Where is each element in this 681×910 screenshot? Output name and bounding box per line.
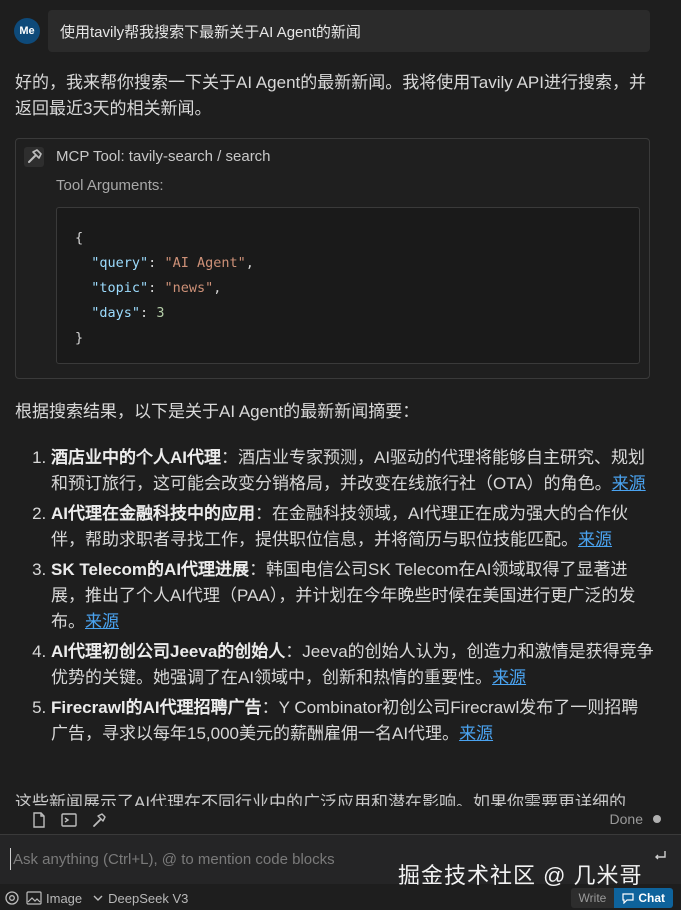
source-link[interactable]: 来源 xyxy=(85,612,119,631)
user-avatar: Me xyxy=(14,18,40,44)
image-button[interactable]: Image xyxy=(26,891,82,906)
tool-args-code: { "query": "AI Agent", "topic": "news", … xyxy=(56,207,640,364)
assistant-response: 好的，我来帮你搜索一下关于AI Agent的最新新闻。我将使用Tavily AP… xyxy=(15,70,655,751)
source-link[interactable]: 来源 xyxy=(612,474,646,493)
model-label: DeepSeek V3 xyxy=(108,890,189,906)
source-link[interactable]: 来源 xyxy=(578,530,612,549)
user-message-row: Me 使用tavily帮我搜索下最新关于AI Agent的新闻 xyxy=(14,10,650,52)
hammer-icon[interactable] xyxy=(90,811,108,829)
status-label: Done xyxy=(609,811,643,827)
list-item: AI代理在金融科技中的应用：在金融科技领域，AI代理正在成为强大的合作伙伴，帮助… xyxy=(51,501,655,553)
tool-args-label: Tool Arguments: xyxy=(56,177,164,194)
file-icon[interactable] xyxy=(30,811,48,829)
code-close-brace: } xyxy=(75,330,84,346)
source-link[interactable]: 来源 xyxy=(459,724,493,743)
terminal-icon[interactable] xyxy=(60,811,78,829)
summary-intro: 根据搜索结果，以下是关于AI Agent的最新新闻摘要： xyxy=(15,402,420,421)
code-line-query: "query": "AI Agent", xyxy=(91,255,254,271)
chat-mode-button[interactable]: Chat xyxy=(614,888,673,908)
model-selector[interactable]: DeepSeek V3 xyxy=(92,891,188,906)
image-label: Image xyxy=(46,890,83,906)
at-icon[interactable] xyxy=(4,890,20,906)
image-icon xyxy=(26,891,42,905)
list-item: SK Telecom的AI代理进展：韩国电信公司SK Telecom在AI领域取… xyxy=(51,557,655,635)
hammer-icon xyxy=(24,147,44,167)
list-item: Firecrawl的AI代理招聘广告：Y Combinator初创公司Firec… xyxy=(51,695,655,747)
status-dot xyxy=(653,815,661,823)
news-list: 酒店业中的个人AI代理：酒店业专家预测，AI驱动的代理将能够自主研究、规划和预订… xyxy=(15,445,655,747)
code-open-brace: { xyxy=(75,230,84,246)
assistant-intro: 好的，我来帮你搜索一下关于AI Agent的最新新闻。我将使用Tavily AP… xyxy=(15,73,646,118)
code-line-days: "days": 3 xyxy=(91,305,165,321)
composer-toolbar xyxy=(0,806,681,834)
tool-title: MCP Tool: tavily-search / search xyxy=(56,148,271,165)
code-line-topic: "topic": "news", xyxy=(91,280,222,296)
user-message[interactable]: 使用tavily帮我搜索下最新关于AI Agent的新闻 xyxy=(48,10,650,52)
write-mode-button[interactable]: Write xyxy=(570,888,615,908)
source-link[interactable]: 来源 xyxy=(492,668,526,687)
tool-call-card: MCP Tool: tavily-search / search Tool Ar… xyxy=(15,138,650,379)
enter-icon[interactable] xyxy=(653,849,667,863)
chat-icon xyxy=(622,893,634,904)
chat-label: Chat xyxy=(638,891,665,905)
mode-toggle: Write Chat xyxy=(570,888,673,908)
chevron-down-icon xyxy=(93,895,103,901)
list-item: 酒店业中的个人AI代理：酒店业专家预测，AI驱动的代理将能够自主研究、规划和预订… xyxy=(51,445,655,497)
list-item: AI代理初创公司Jeeva的创始人：Jeeva的创始人认为，创造力和激情是获得竞… xyxy=(51,639,655,691)
